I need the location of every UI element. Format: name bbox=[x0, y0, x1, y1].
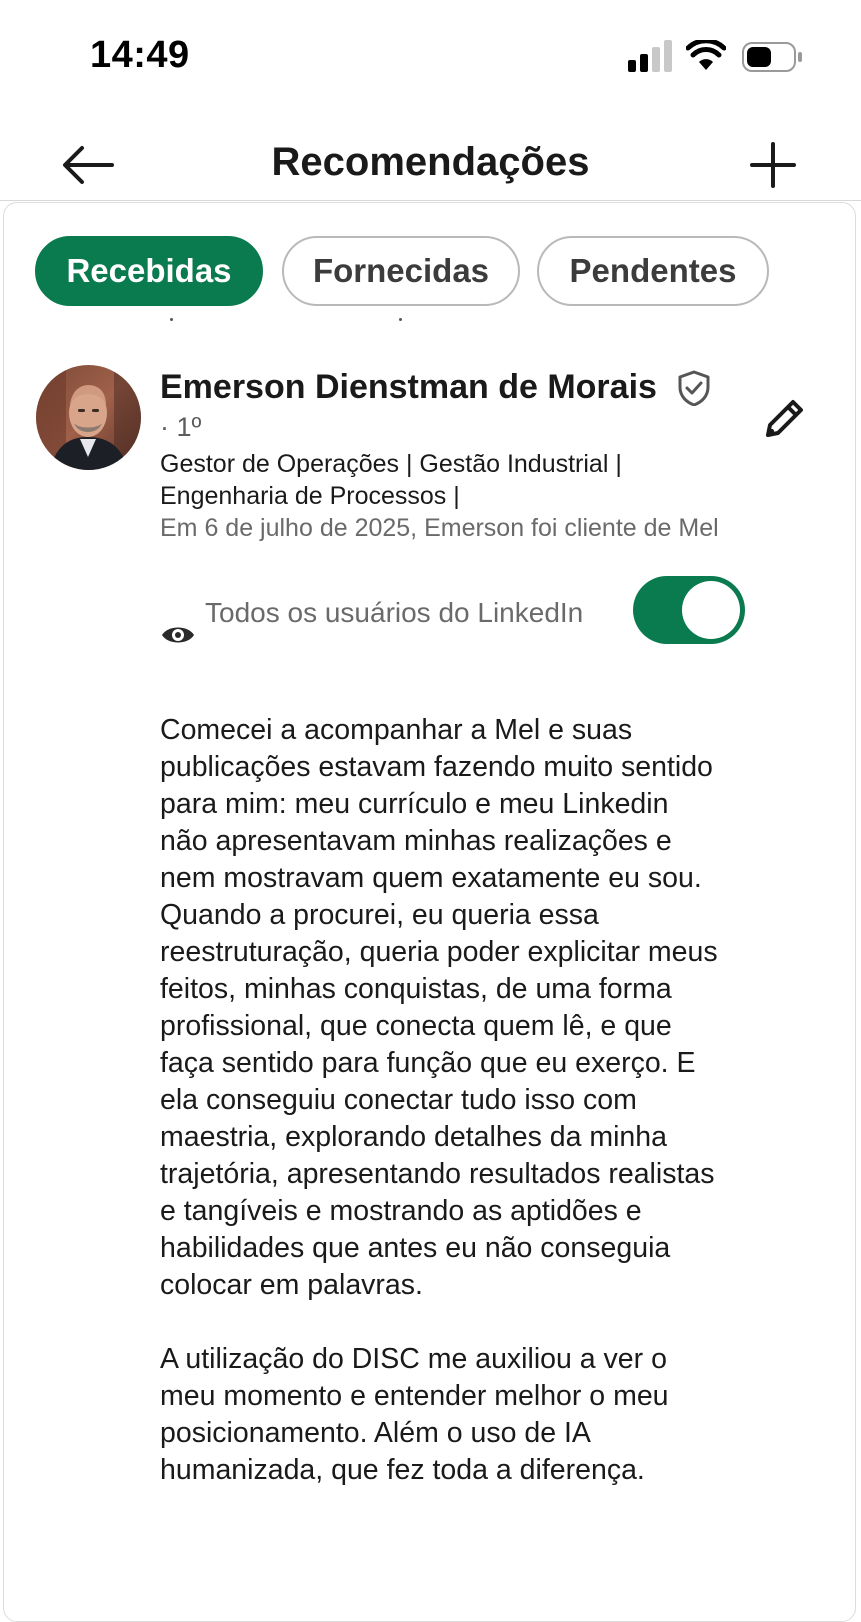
tab-fornecidas[interactable]: Fornecidas bbox=[282, 236, 520, 306]
verified-shield-icon bbox=[678, 370, 710, 406]
tab-recebidas[interactable]: Recebidas bbox=[35, 236, 263, 306]
back-arrow-icon[interactable] bbox=[58, 142, 118, 188]
status-time: 14:49 bbox=[90, 34, 190, 76]
recommendation-text: Comecei a acompanhar a Mel e suas public… bbox=[160, 712, 720, 1526]
battery-icon bbox=[742, 42, 802, 72]
nav-bar: Recomendações bbox=[0, 120, 861, 202]
recommender-name[interactable]: Emerson Dienstman de Morais bbox=[160, 368, 657, 406]
wifi-icon bbox=[686, 40, 726, 70]
recommendation-paragraph-2: A utilização do DISC me auxiliou a ver o… bbox=[160, 1343, 669, 1486]
pencil-icon[interactable] bbox=[760, 395, 808, 443]
separator-dot bbox=[170, 318, 173, 321]
headline-line-2: Engenharia de Processos | bbox=[160, 482, 460, 510]
header-divider bbox=[0, 200, 861, 201]
avatar[interactable] bbox=[36, 365, 141, 470]
recommender-headline: Gestor de Operações | Gestão Industrial … bbox=[160, 448, 720, 512]
eye-icon bbox=[162, 627, 194, 643]
add-plus-icon[interactable] bbox=[750, 142, 796, 188]
status-bar: 14:49 bbox=[0, 0, 861, 110]
tab-pendentes[interactable]: Pendentes bbox=[537, 236, 769, 306]
relationship-text: Em 6 de julho de 2025, Emerson foi clien… bbox=[160, 514, 719, 542]
signal-icon bbox=[628, 40, 672, 72]
recommendation-paragraph-1: Comecei a acompanhar a Mel e suas public… bbox=[160, 714, 718, 1301]
separator-dot bbox=[399, 318, 402, 321]
page-title: Recomendações bbox=[271, 140, 590, 184]
name-row: Emerson Dienstman de Morais bbox=[160, 368, 740, 407]
toggle-knob bbox=[682, 581, 740, 639]
connection-degree: · 1º bbox=[160, 412, 202, 442]
headline-line-1: Gestor de Operações | Gestão Industrial … bbox=[160, 450, 622, 478]
visibility-toggle[interactable] bbox=[633, 576, 745, 644]
visibility-label: Todos os usuários do LinkedIn bbox=[205, 597, 584, 628]
